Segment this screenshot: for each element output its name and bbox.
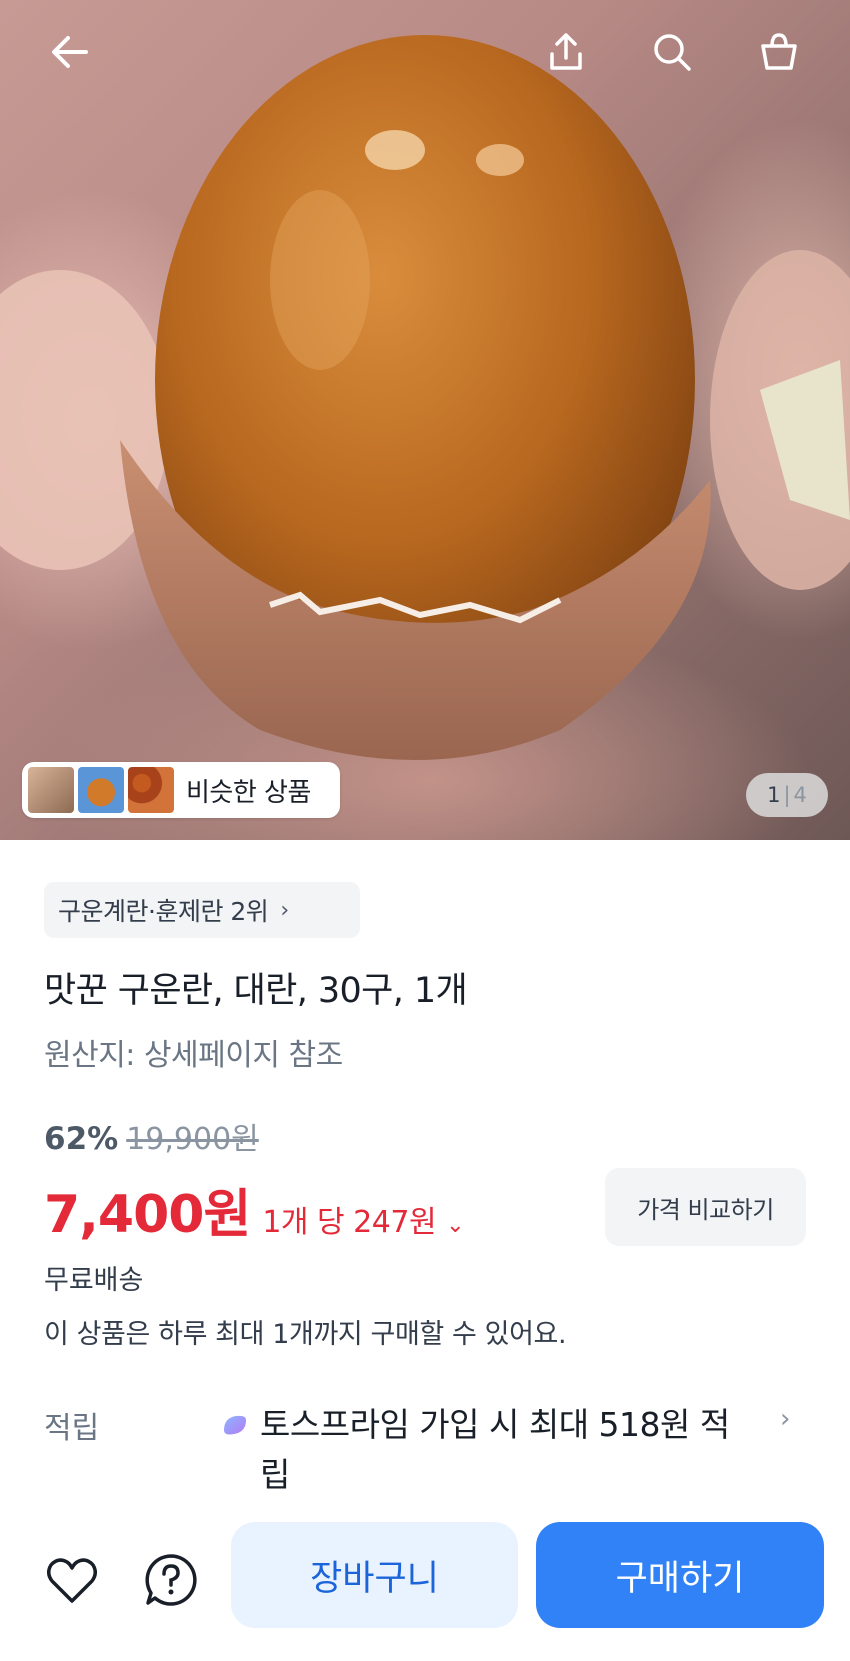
chevron-right-icon[interactable]: › — [780, 1404, 790, 1434]
chevron-right-icon: › — [280, 897, 289, 923]
similar-products-chip[interactable]: 비슷한 상품 — [22, 762, 340, 818]
inquiry-button[interactable] — [139, 1548, 203, 1612]
page-separator: | — [783, 783, 791, 807]
similar-thumb-3 — [128, 767, 174, 813]
discount-row: 62% 19,900원 — [44, 1114, 259, 1158]
reward-text[interactable]: 토스프라임 가입 시 최대 518원 적립 — [260, 1400, 730, 1500]
shipping-info: 무료배송 — [44, 1265, 144, 1296]
category-rank-badge[interactable]: 구운계란·훈제란 2위 › — [44, 882, 360, 938]
shopping-bag-icon — [761, 33, 797, 70]
unit-price[interactable]: 1개 당 247원 — [262, 1197, 436, 1241]
image-page-indicator: 1 | 4 — [746, 773, 828, 817]
rank-badge-label: 구운계란·훈제란 2위 — [58, 897, 269, 926]
chevron-down-icon[interactable]: ⌄ — [446, 1213, 464, 1238]
heart-icon — [47, 1558, 97, 1603]
product-image[interactable]: 비슷한 상품 1 | 4 — [0, 0, 850, 840]
price-row: 7,400원 1개 당 247원 ⌄ — [44, 1172, 465, 1247]
similar-thumb-1 — [28, 767, 74, 813]
question-bubble-icon — [145, 1554, 197, 1606]
product-title: 맛꾼 구운란, 대란, 30구, 1개 — [44, 971, 468, 1011]
toss-prime-icon — [224, 1415, 246, 1435]
cart-bag-button[interactable] — [753, 26, 805, 78]
original-price: 19,900원 — [126, 1122, 259, 1157]
price-compare-button[interactable]: 가격 비교하기 — [605, 1168, 806, 1246]
sale-price: 7,400원 — [44, 1185, 251, 1245]
reward-label: 적립 — [44, 1411, 100, 1446]
search-button[interactable] — [646, 26, 698, 78]
arrow-left-icon — [52, 36, 88, 68]
purchase-limit-notice: 이 상품은 하루 최대 1개까지 구매할 수 있어요. — [44, 1319, 567, 1350]
discount-rate: 62% — [44, 1121, 119, 1157]
search-icon — [654, 34, 691, 71]
wishlist-button[interactable] — [40, 1548, 104, 1612]
similar-products-label: 비슷한 상품 — [186, 777, 311, 808]
share-upload-icon — [550, 33, 582, 70]
total-pages: 4 — [793, 783, 807, 807]
buy-now-button[interactable]: 구매하기 — [536, 1522, 824, 1628]
product-origin: 원산지: 상세페이지 참조 — [44, 1038, 343, 1073]
current-page: 1 — [767, 783, 781, 807]
egg-photo — [0, 35, 850, 760]
similar-thumb-2 — [78, 767, 124, 813]
add-to-cart-button[interactable]: 장바구니 — [231, 1522, 518, 1628]
back-button[interactable] — [44, 26, 96, 78]
share-button[interactable] — [540, 26, 592, 78]
